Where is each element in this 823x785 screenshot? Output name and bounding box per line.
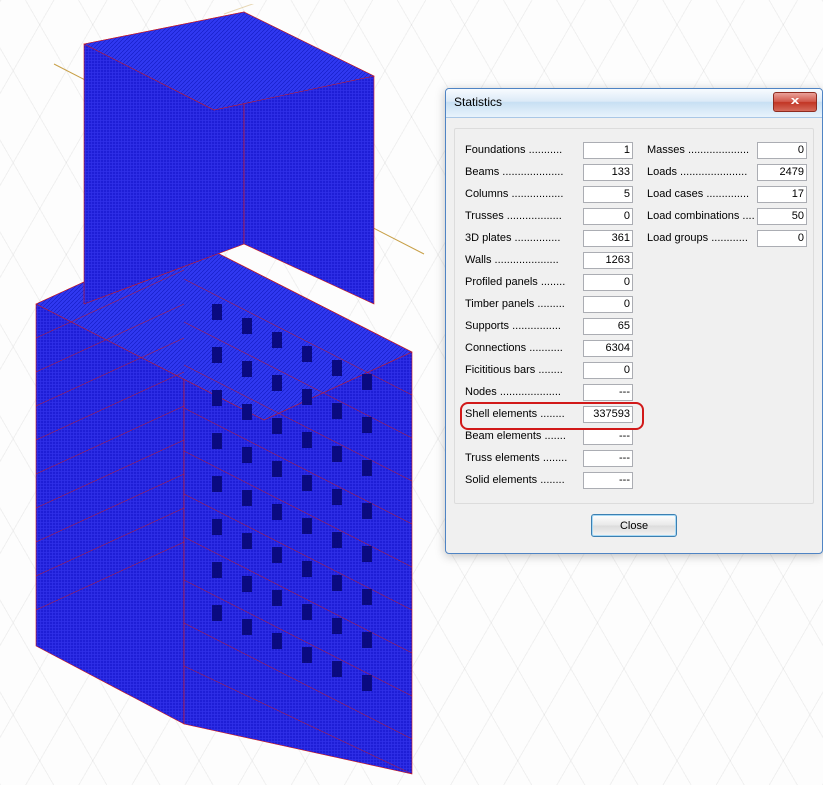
stat-label: Loads ...................... bbox=[647, 166, 757, 178]
close-button[interactable]: Close bbox=[591, 514, 677, 537]
stat-value-field[interactable] bbox=[757, 142, 807, 159]
stat-value-field[interactable] bbox=[583, 274, 633, 291]
stat-value-field[interactable] bbox=[583, 252, 633, 269]
window-close-button[interactable]: x bbox=[773, 92, 817, 112]
stat-row: Walls ..................... bbox=[465, 249, 633, 271]
stat-value-field[interactable] bbox=[583, 406, 633, 423]
stat-value-field[interactable] bbox=[583, 296, 633, 313]
stat-row: Beams .................... bbox=[465, 161, 633, 183]
stat-value-field[interactable] bbox=[583, 450, 633, 467]
stat-row: Supports ................ bbox=[465, 315, 633, 337]
stat-value-field[interactable] bbox=[583, 362, 633, 379]
stat-row: 3D plates ............... bbox=[465, 227, 633, 249]
close-icon: x bbox=[791, 93, 800, 109]
stat-row: Nodes .................... bbox=[465, 381, 633, 403]
stat-value-field[interactable] bbox=[583, 208, 633, 225]
stat-value-field[interactable] bbox=[583, 186, 633, 203]
stat-row: Load combinations .... bbox=[647, 205, 807, 227]
stat-label: Trusses .................. bbox=[465, 210, 583, 222]
stat-value-field[interactable] bbox=[583, 428, 633, 445]
stats-right-column: Masses .................... Loads .......… bbox=[647, 139, 807, 491]
stat-label: 3D plates ............... bbox=[465, 232, 583, 244]
stat-label: Columns ................. bbox=[465, 188, 583, 200]
stat-row: Foundations ........... bbox=[465, 139, 633, 161]
stat-row: Ficititious bars ........ bbox=[465, 359, 633, 381]
stat-label: Walls ..................... bbox=[465, 254, 583, 266]
stat-label: Load cases .............. bbox=[647, 188, 757, 200]
structural-model-viewport[interactable]: Statistics x Foundations ........... Beam… bbox=[0, 0, 823, 785]
stat-label: Load groups ............ bbox=[647, 232, 757, 244]
stat-row: Masses .................... bbox=[647, 139, 807, 161]
stats-left-column: Foundations ........... Beams ...........… bbox=[465, 139, 633, 491]
stat-value-field[interactable] bbox=[583, 318, 633, 335]
stat-row: Profiled panels ........ bbox=[465, 271, 633, 293]
stat-value-field[interactable] bbox=[583, 164, 633, 181]
stat-label: Supports ................ bbox=[465, 320, 583, 332]
dialog-title: Statistics bbox=[454, 95, 502, 109]
dialog-body: Foundations ........... Beams ...........… bbox=[446, 118, 822, 545]
stat-row: Load groups ............ bbox=[647, 227, 807, 249]
stat-label: Truss elements ........ bbox=[465, 452, 583, 464]
stat-value-field[interactable] bbox=[583, 142, 633, 159]
stat-value-field[interactable] bbox=[757, 230, 807, 247]
statistics-groupbox: Foundations ........... Beams ...........… bbox=[454, 128, 814, 504]
stat-row: Columns ................. bbox=[465, 183, 633, 205]
stat-value-field[interactable] bbox=[757, 208, 807, 225]
stat-value-field[interactable] bbox=[583, 472, 633, 489]
stat-label: Beams .................... bbox=[465, 166, 583, 178]
stat-label: Nodes .................... bbox=[465, 386, 583, 398]
stat-value-field[interactable] bbox=[757, 164, 807, 181]
stat-row: Truss elements ........ bbox=[465, 447, 633, 469]
stat-label: Foundations ........... bbox=[465, 144, 583, 156]
stat-label: Timber panels ......... bbox=[465, 298, 583, 310]
stat-value-field[interactable] bbox=[757, 186, 807, 203]
stat-row: Trusses .................. bbox=[465, 205, 633, 227]
dialog-titlebar[interactable]: Statistics x bbox=[446, 89, 822, 118]
stat-label: Ficititious bars ........ bbox=[465, 364, 583, 376]
stat-value-field[interactable] bbox=[583, 340, 633, 357]
stat-label: Shell elements ........ bbox=[465, 408, 583, 420]
stat-value-field[interactable] bbox=[583, 384, 633, 401]
stat-row: Connections ........... bbox=[465, 337, 633, 359]
stat-label: Profiled panels ........ bbox=[465, 276, 583, 288]
building-fe-model bbox=[14, 4, 434, 778]
stat-row: Beam elements ....... bbox=[465, 425, 633, 447]
stat-label: Solid elements ........ bbox=[465, 474, 583, 486]
statistics-dialog: Statistics x Foundations ........... Beam… bbox=[445, 88, 823, 554]
stat-row: Load cases .............. bbox=[647, 183, 807, 205]
stat-row: Solid elements ........ bbox=[465, 469, 633, 491]
stat-row: Loads ...................... bbox=[647, 161, 807, 183]
stat-row: Timber panels ......... bbox=[465, 293, 633, 315]
stat-label: Masses .................... bbox=[647, 144, 757, 156]
stat-row: Shell elements ........ bbox=[465, 403, 633, 425]
stat-label: Connections ........... bbox=[465, 342, 583, 354]
stat-label: Load combinations .... bbox=[647, 210, 757, 222]
stat-value-field[interactable] bbox=[583, 230, 633, 247]
stat-label: Beam elements ....... bbox=[465, 430, 583, 442]
